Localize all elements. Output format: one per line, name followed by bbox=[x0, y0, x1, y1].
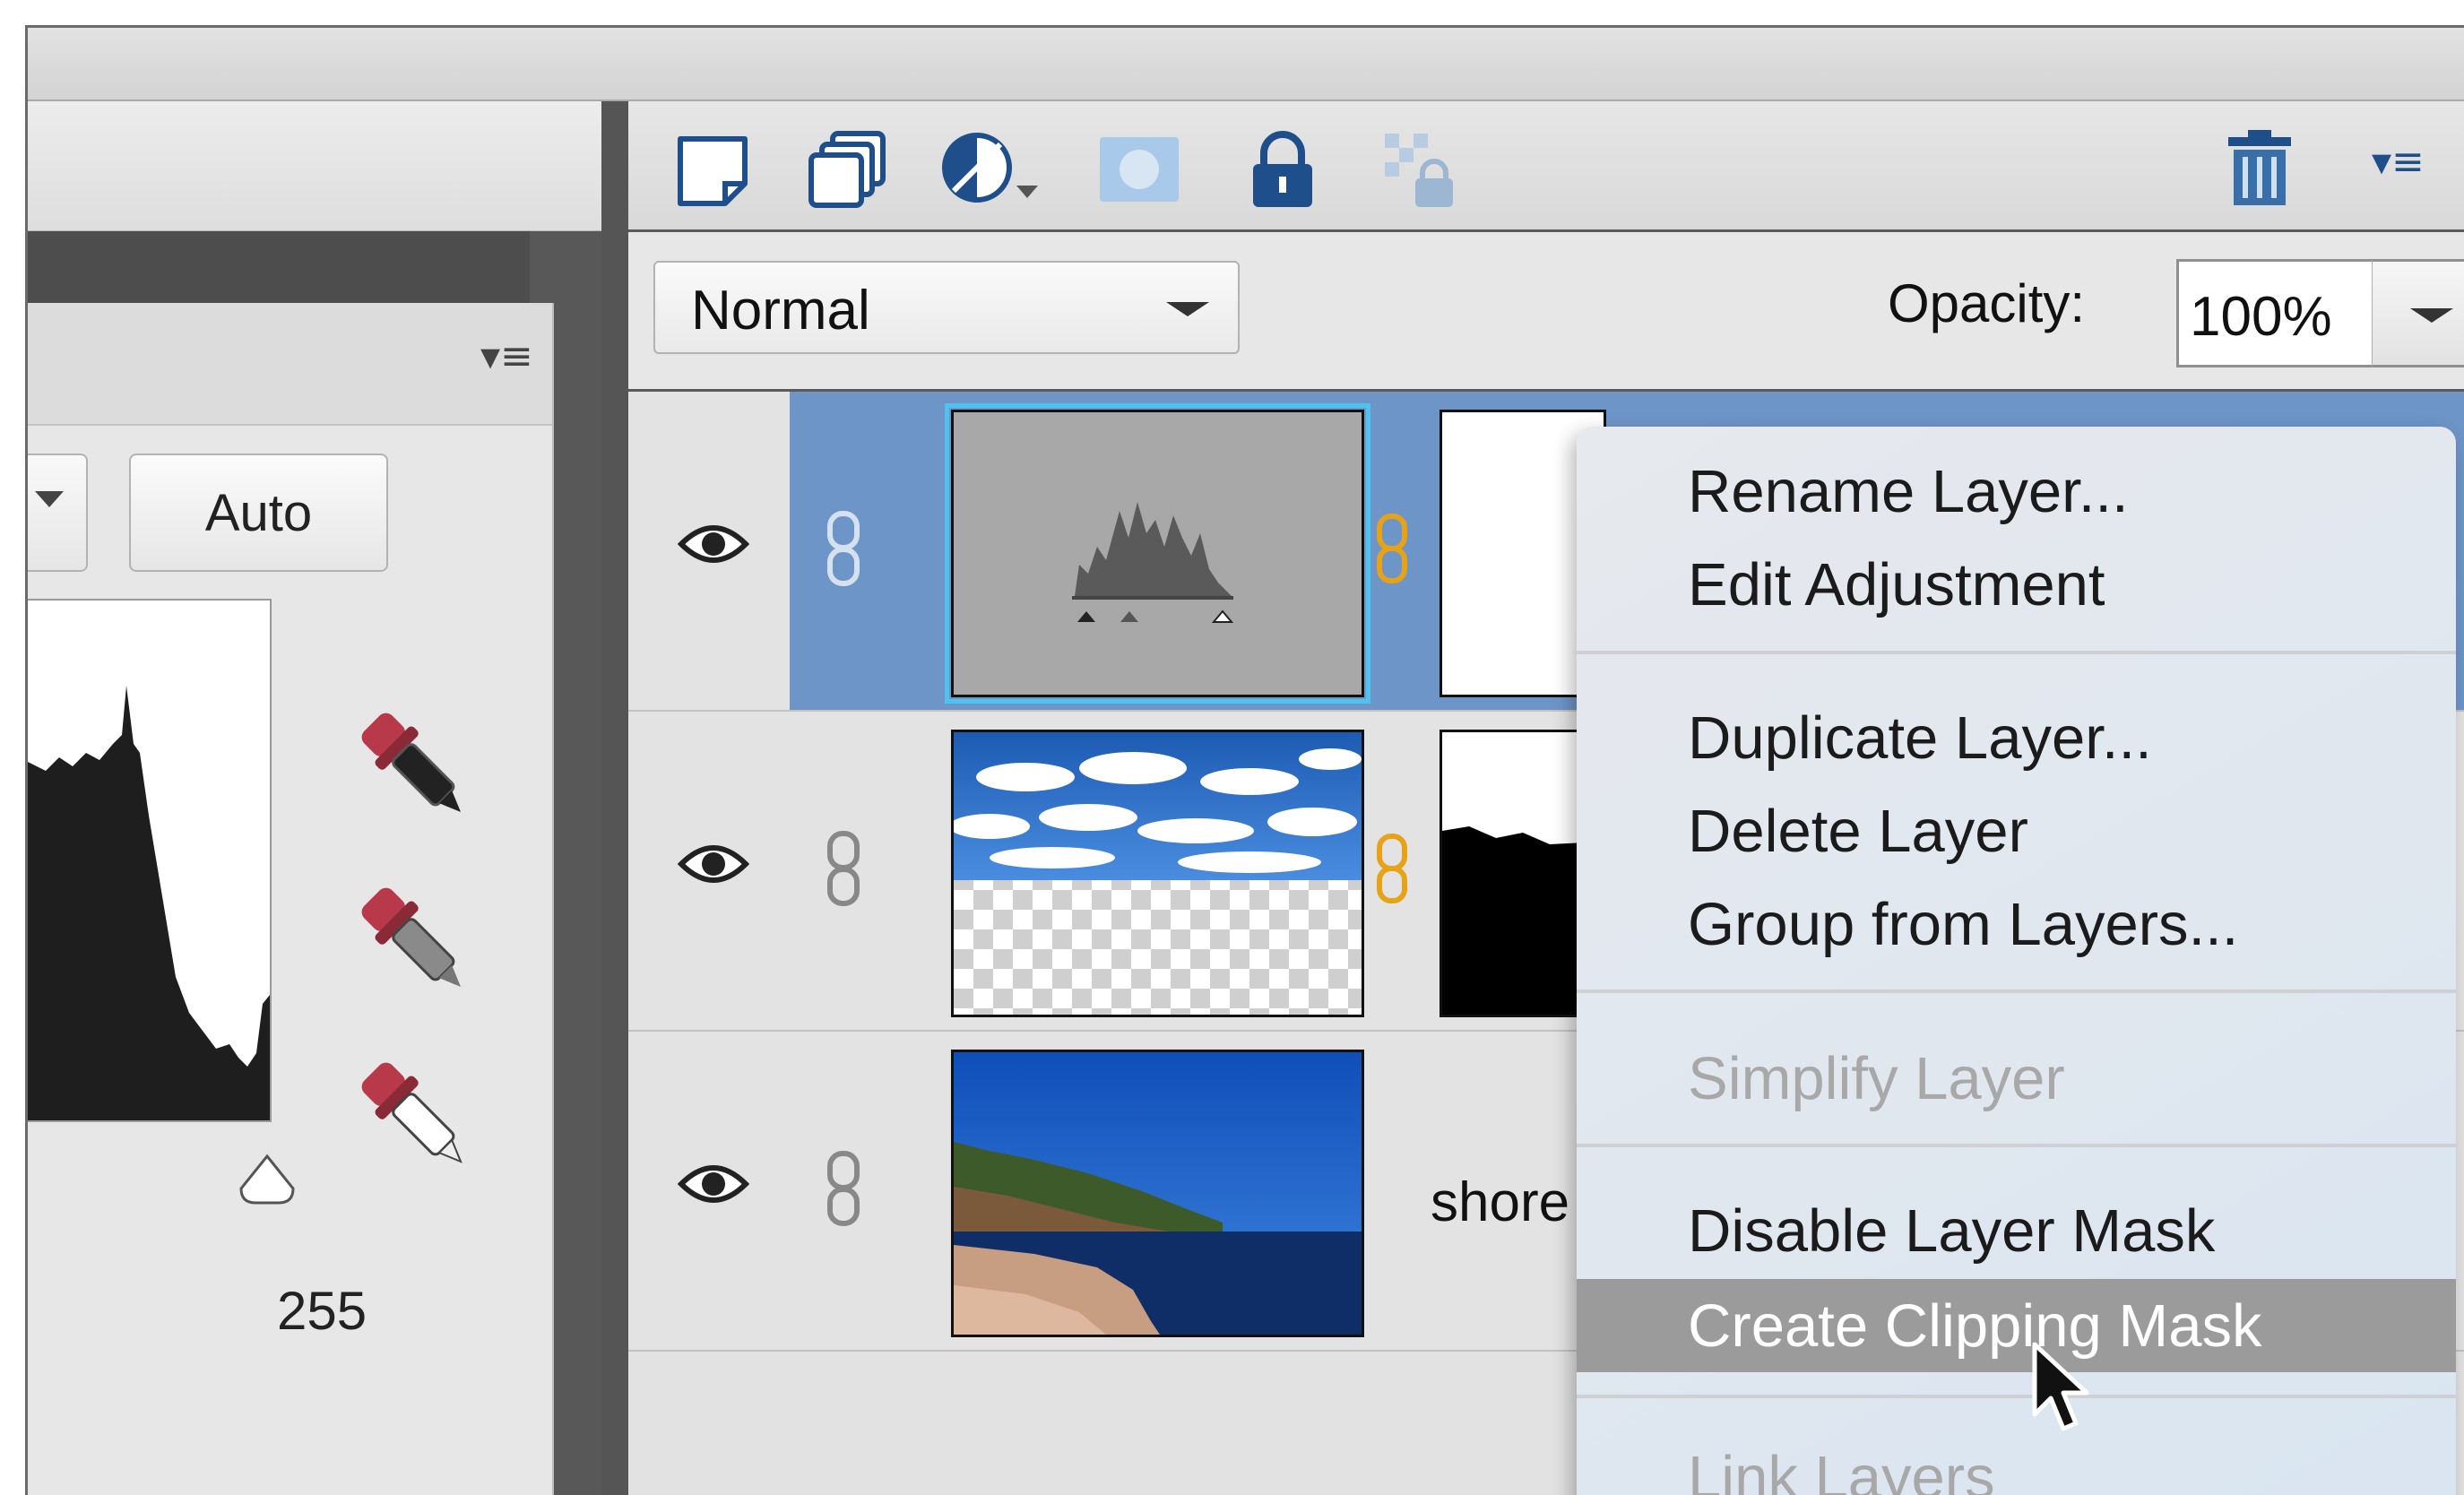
levels-panel-header: ▾≡ bbox=[28, 303, 552, 426]
levels-adjustment-icon bbox=[1072, 502, 1234, 623]
blend-mode-value: Normal bbox=[691, 280, 870, 341]
menu-item-disable-layer-mask[interactable]: Disable Layer Mask bbox=[1577, 1184, 2456, 1277]
layer-mask-icon[interactable] bbox=[1094, 128, 1184, 209]
menu-item-label: Group from Layers... bbox=[1688, 891, 2239, 958]
white-eyedropper-icon[interactable] bbox=[342, 1047, 485, 1181]
menu-item-label: Simplify Layer bbox=[1688, 1045, 2065, 1112]
opacity-dropdown-button[interactable] bbox=[2372, 259, 2464, 367]
gray-eyedropper-icon[interactable] bbox=[342, 872, 485, 1007]
menu-item-label: Duplicate Layer... bbox=[1688, 704, 2152, 772]
blend-mode-dropdown[interactable]: Normal bbox=[653, 261, 1240, 354]
layer-name-shore[interactable]: shore bbox=[1431, 1171, 1569, 1234]
sky-clouds-image bbox=[954, 732, 1362, 880]
shoreline-photo bbox=[954, 1052, 1362, 1335]
levels-area: ▾≡ Auto 255 bbox=[28, 101, 601, 1495]
chevron-down-icon bbox=[1166, 302, 1209, 316]
shore-layer-thumbnail[interactable] bbox=[951, 1050, 1364, 1337]
white-point-slider[interactable] bbox=[236, 1153, 298, 1206]
menu-item-create-clipping-mask[interactable]: Create Clipping Mask bbox=[1577, 1279, 2456, 1372]
left-panel-header bbox=[28, 101, 601, 232]
menu-item-label: Rename Layer... bbox=[1688, 458, 2129, 525]
menu-item-group-from-layers[interactable]: Group from Layers... bbox=[1577, 877, 2456, 971]
levels-layer-thumbnail[interactable] bbox=[945, 403, 1370, 704]
sky-layer-thumbnail[interactable] bbox=[951, 730, 1364, 1017]
levels-panel: ▾≡ Auto 255 bbox=[28, 303, 554, 1495]
histogram bbox=[28, 599, 272, 1122]
menu-item-edit-adjustment[interactable]: Edit Adjustment bbox=[1577, 538, 2456, 631]
menu-item-rename-layer[interactable]: Rename Layer... bbox=[1577, 445, 2456, 538]
histogram-graph bbox=[28, 686, 270, 1120]
menu-item-label: Link Layers bbox=[1688, 1444, 1995, 1495]
visibility-eye-icon[interactable] bbox=[678, 1157, 749, 1211]
auto-button[interactable]: Auto bbox=[129, 454, 388, 572]
menu-item-simplify-layer: Simplify Layer bbox=[1577, 1032, 2456, 1125]
mouse-pointer-icon bbox=[2032, 1342, 2089, 1431]
lock-all-icon[interactable] bbox=[1242, 128, 1323, 209]
mask-link-chain-icon[interactable] bbox=[1374, 833, 1410, 904]
panel-splitter[interactable] bbox=[601, 101, 628, 1495]
layers-toolbar: ▾≡ bbox=[628, 101, 2464, 232]
menu-separator bbox=[1577, 989, 2456, 993]
menu-item-label: Edit Adjustment bbox=[1688, 551, 2105, 618]
opacity-value: 100% bbox=[2190, 286, 2332, 348]
adjustment-layer-icon[interactable] bbox=[938, 128, 1045, 209]
menu-item-label: Create Clipping Mask bbox=[1688, 1292, 2262, 1360]
levels-title-bar bbox=[28, 231, 557, 303]
menu-separator bbox=[1577, 1144, 2456, 1147]
window-title-bar bbox=[28, 28, 2464, 101]
chevron-down-icon bbox=[2410, 308, 2453, 323]
black-eyedropper-icon[interactable] bbox=[342, 697, 485, 832]
mask-link-chain-icon[interactable] bbox=[1374, 513, 1410, 584]
lock-transparent-pixels-icon[interactable] bbox=[1381, 128, 1462, 209]
menu-item-duplicate-layer[interactable]: Duplicate Layer... bbox=[1577, 691, 2456, 784]
trash-icon[interactable] bbox=[2219, 128, 2300, 209]
new-group-icon[interactable] bbox=[808, 128, 888, 209]
layer-link-icon[interactable] bbox=[821, 828, 866, 909]
opacity-label: Opacity: bbox=[1888, 273, 2086, 333]
visibility-eye-icon[interactable] bbox=[678, 517, 749, 571]
layer-link-icon[interactable] bbox=[821, 1148, 866, 1229]
channel-dropdown[interactable] bbox=[28, 454, 88, 572]
chevron-down-icon bbox=[35, 491, 64, 507]
photoshop-elements-window: ▾≡ Auto 255 ▾≡ Normal Opacity: 100% shor… bbox=[25, 25, 2464, 1495]
blend-opacity-row: Normal Opacity: 100% bbox=[628, 232, 2464, 392]
visibility-eye-icon[interactable] bbox=[678, 837, 749, 891]
menu-item-label: Disable Layer Mask bbox=[1688, 1197, 2216, 1265]
menu-separator bbox=[1577, 1395, 2456, 1398]
layer-link-icon[interactable] bbox=[821, 508, 866, 589]
layers-panel-menu-icon[interactable]: ▾≡ bbox=[2372, 139, 2425, 185]
output-max-value: 255 bbox=[277, 1281, 367, 1341]
menu-separator bbox=[1577, 651, 2456, 654]
menu-item-delete-layer[interactable]: Delete Layer bbox=[1577, 784, 2456, 877]
panel-menu-icon[interactable]: ▾≡ bbox=[480, 333, 533, 379]
opacity-field[interactable]: 100% bbox=[2176, 259, 2374, 367]
layer-context-menu: Rename Layer... Edit Adjustment Duplicat… bbox=[1577, 427, 2456, 1495]
new-layer-icon[interactable] bbox=[673, 128, 754, 209]
menu-item-label: Delete Layer bbox=[1688, 798, 2028, 865]
menu-item-link-layers: Link Layers bbox=[1577, 1430, 2456, 1495]
